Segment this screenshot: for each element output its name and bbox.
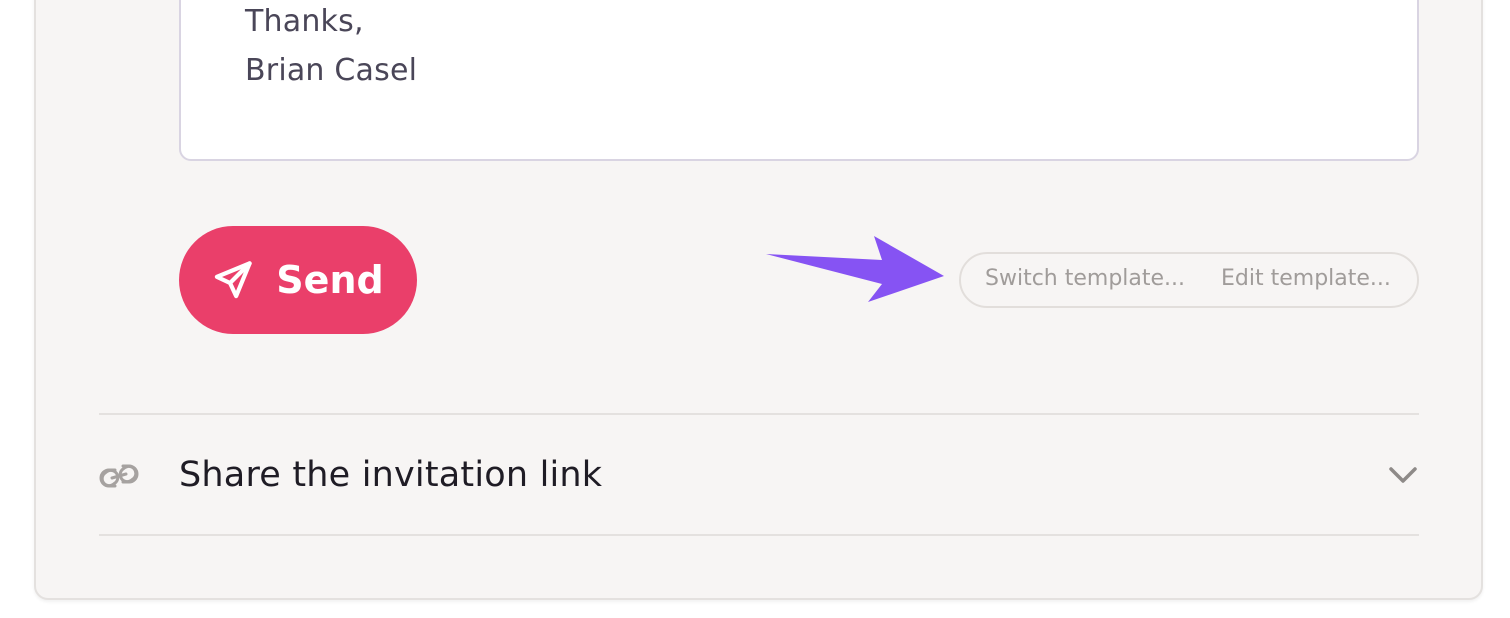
share-invitation-link-title: Share the invitation link bbox=[179, 455, 603, 495]
link-icon bbox=[99, 459, 139, 497]
send-button[interactable]: Send bbox=[179, 226, 417, 334]
message-line-thanks: Thanks, bbox=[245, 4, 364, 39]
paper-plane-icon bbox=[212, 259, 254, 301]
message-line-signature: Brian Casel bbox=[245, 53, 418, 88]
send-button-label: Send bbox=[276, 258, 384, 302]
switch-template-link[interactable]: Switch template... bbox=[985, 266, 1185, 291]
edit-template-link[interactable]: Edit template... bbox=[1221, 266, 1391, 291]
annotation-arrow-icon bbox=[764, 234, 946, 308]
chevron-down-icon[interactable] bbox=[1387, 464, 1419, 490]
section-divider bbox=[99, 534, 1419, 536]
